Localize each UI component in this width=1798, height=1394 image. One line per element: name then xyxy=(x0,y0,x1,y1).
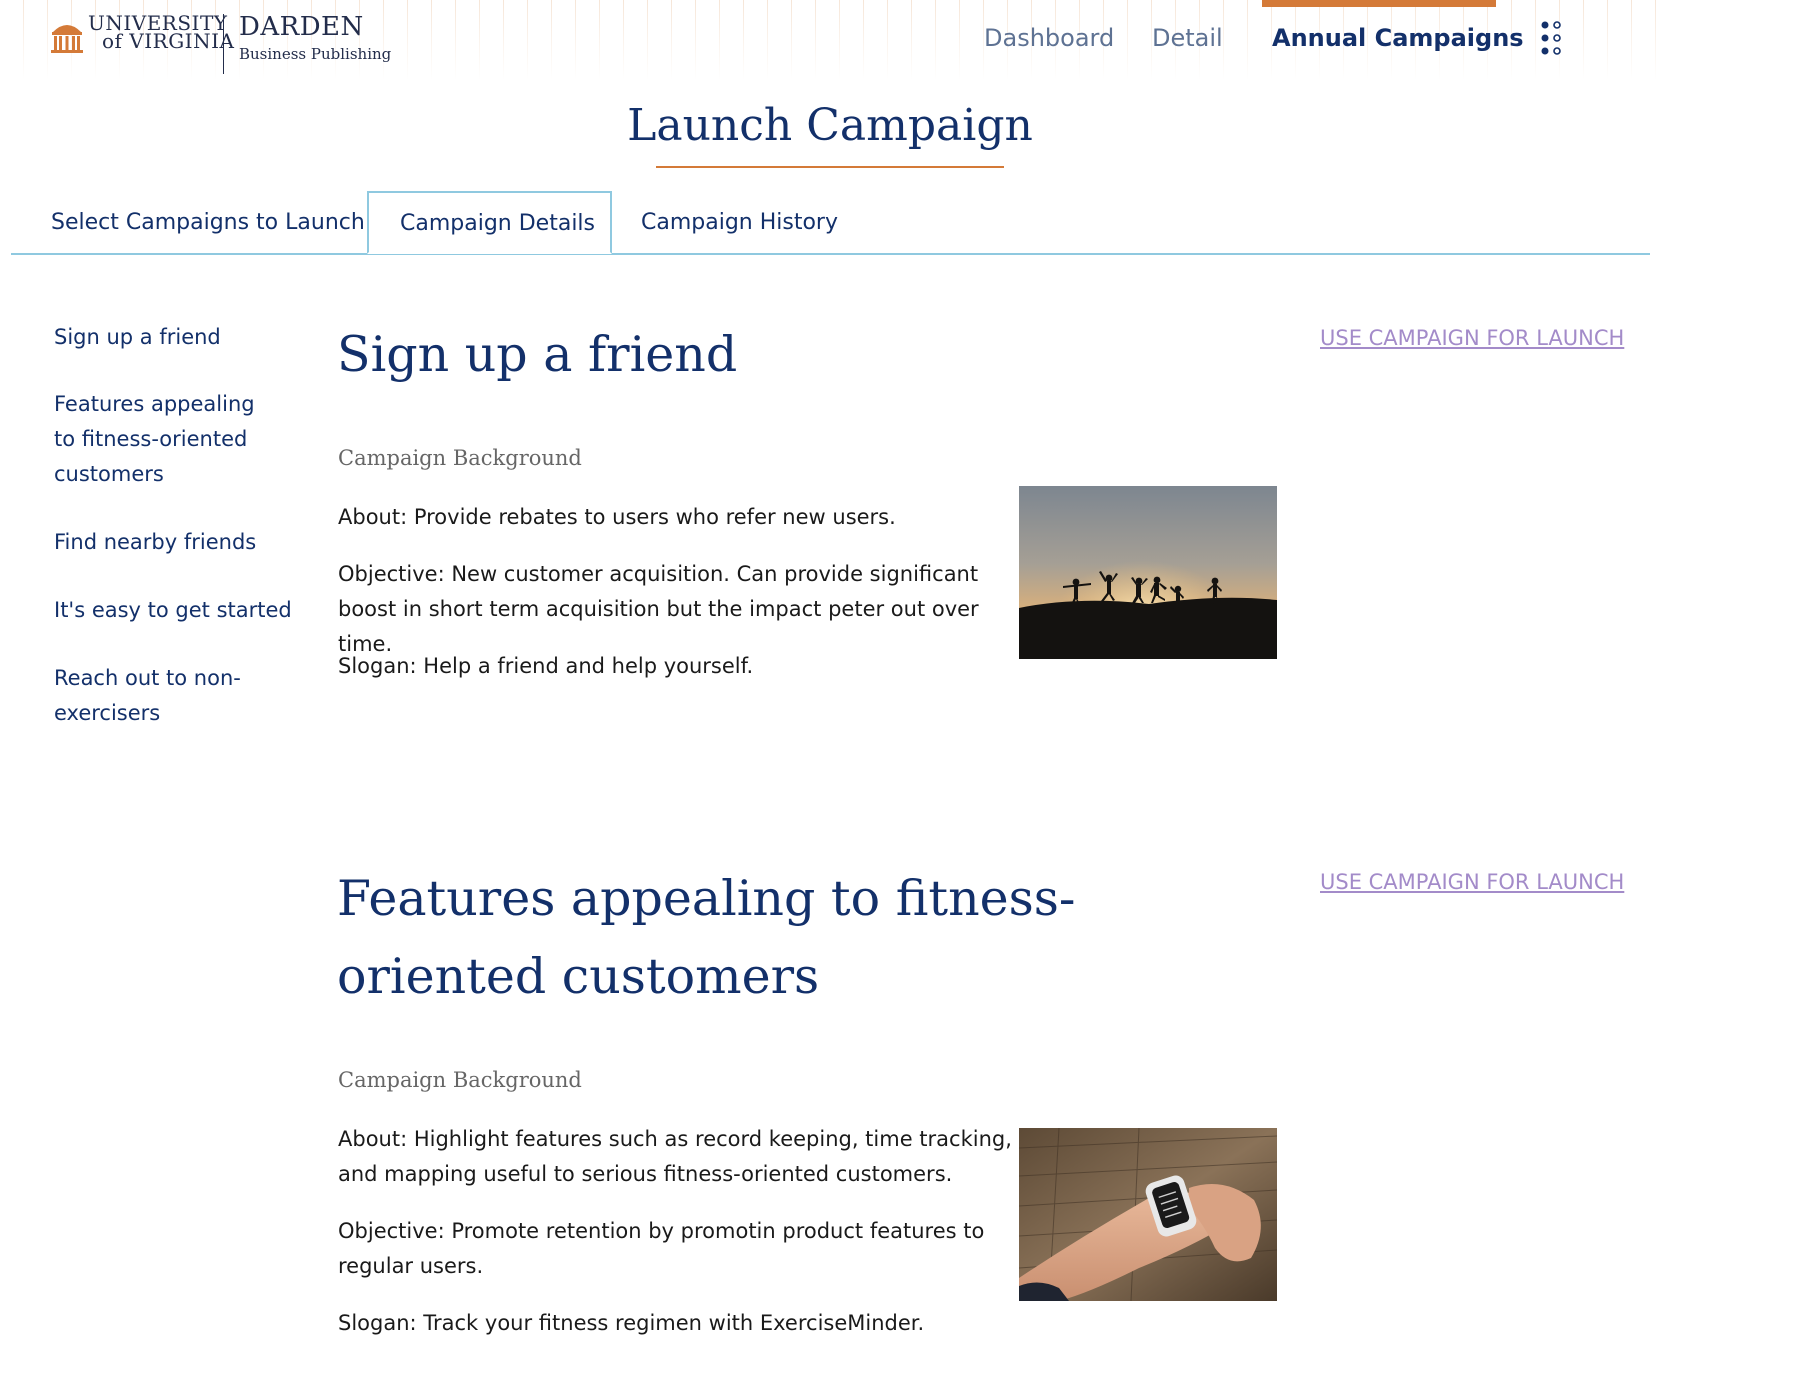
campaign-slogan: Slogan: Track your fitness regimen with … xyxy=(338,1311,925,1335)
campaign-title: Features appealing to fitness-oriented c… xyxy=(337,870,1076,1005)
nav-active-indicator xyxy=(1262,0,1496,7)
campaign-objective: Objective: Promote retention by promotin… xyxy=(338,1219,985,1278)
campaign-objective: Objective: New customer acquisition. Can… xyxy=(338,562,979,656)
campaign-title: Sign up a friend xyxy=(337,326,738,383)
sidebar-item-find-nearby-friends[interactable]: Find nearby friends xyxy=(54,525,294,560)
university-line-2: of VIRGINIA xyxy=(102,29,235,53)
use-campaign-for-launch-link[interactable]: USE CAMPAIGN FOR LAUNCH xyxy=(1320,326,1624,350)
sidebar-item-non-exercisers[interactable]: Reach out to non-exercisers xyxy=(54,661,254,731)
campaign-about: About: Provide rebates to users who refe… xyxy=(338,505,896,529)
use-campaign-for-launch-link[interactable]: USE CAMPAIGN FOR LAUNCH xyxy=(1320,870,1624,894)
sidebar-item-sign-up-a-friend[interactable]: Sign up a friend xyxy=(54,320,294,355)
sidebar-item-fitness-features[interactable]: Features appealing to fitness-oriented c… xyxy=(54,387,279,492)
darden-name: DARDEN xyxy=(239,12,364,42)
tab-select-campaigns[interactable]: Select Campaigns to Launch xyxy=(51,192,365,254)
title-underline xyxy=(656,166,1004,168)
campaign-background-label: Campaign Background xyxy=(338,1068,582,1092)
tab-campaign-history[interactable]: Campaign History xyxy=(641,192,901,254)
nav-detail[interactable]: Detail xyxy=(1152,24,1223,52)
apps-grid-icon[interactable] xyxy=(1540,20,1564,56)
university-wordmark: UNIVERSITY of VIRGINIA xyxy=(88,13,258,53)
sidebar-item-easy-to-get-started[interactable]: It's easy to get started xyxy=(54,593,294,628)
tab-campaign-details[interactable]: Campaign Details xyxy=(367,191,612,254)
nav-annual-campaigns[interactable]: Annual Campaigns xyxy=(1272,24,1524,52)
darden-wordmark: DARDEN Business Publishing xyxy=(239,12,399,64)
rotunda-icon xyxy=(51,25,83,53)
campaign-background-label: Campaign Background xyxy=(338,446,582,470)
page-title: Launch Campaign xyxy=(627,100,1033,151)
nav-dashboard[interactable]: Dashboard xyxy=(984,24,1114,52)
campaign-slogan: Slogan: Help a friend and help yourself. xyxy=(338,654,754,678)
smartwatch-wrist-photo xyxy=(1019,1128,1277,1301)
darden-subtitle: Business Publishing xyxy=(239,45,392,63)
logo-divider xyxy=(223,14,224,74)
campaign-about: About: Highlight features such as record… xyxy=(338,1127,1012,1186)
people-jumping-sunset-photo xyxy=(1019,486,1277,659)
